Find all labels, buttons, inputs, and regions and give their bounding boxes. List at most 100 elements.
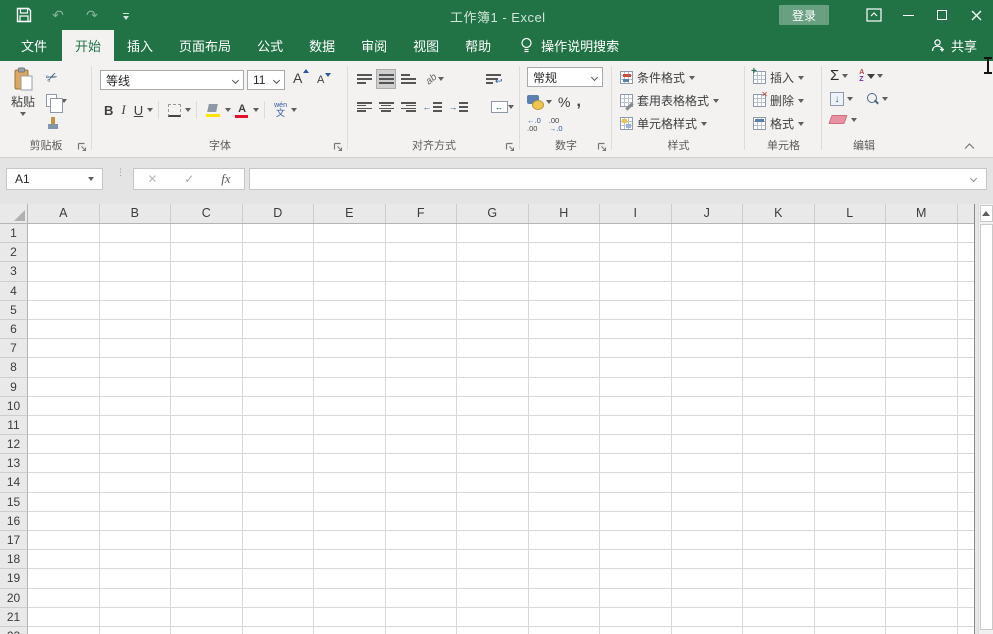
name-box[interactable]: A1 (6, 168, 103, 190)
cell-F7[interactable] (386, 339, 458, 357)
cell-I7[interactable] (600, 339, 672, 357)
tell-me-search[interactable]: 操作说明搜索 (520, 30, 619, 61)
cell-B18[interactable] (100, 550, 172, 568)
row-header-20[interactable]: 20 (0, 589, 28, 608)
cell-E10[interactable] (314, 397, 386, 415)
cell-D15[interactable] (243, 493, 315, 511)
cell-C17[interactable] (171, 531, 243, 549)
cell-J10[interactable] (672, 397, 744, 415)
cell-L19[interactable] (815, 569, 887, 587)
format-painter-button[interactable] (46, 115, 86, 132)
tab-文件[interactable]: 文件 (6, 30, 62, 61)
cell-M8[interactable] (886, 358, 958, 376)
name-box-resizer[interactable]: ⋮ (116, 170, 120, 188)
cell-M9[interactable] (886, 378, 958, 396)
cell-M7[interactable] (886, 339, 958, 357)
cell-partial-18[interactable] (958, 550, 976, 568)
cell-G1[interactable] (457, 224, 529, 242)
cell-K21[interactable] (743, 608, 815, 626)
decrease-indent-button[interactable]: ← (420, 97, 444, 117)
paste-button[interactable]: 粘贴 (6, 67, 40, 133)
cell-G7[interactable] (457, 339, 529, 357)
cell-F8[interactable] (386, 358, 458, 376)
cell-I10[interactable] (600, 397, 672, 415)
conditional-formatting-button[interactable]: 条件格式 (620, 69, 695, 86)
column-header-C[interactable]: C (171, 204, 243, 223)
tab-视图[interactable]: 视图 (400, 30, 452, 61)
align-top-button[interactable] (354, 69, 374, 89)
save-icon[interactable] (14, 5, 34, 25)
cell-F19[interactable] (386, 569, 458, 587)
cell-B15[interactable] (100, 493, 172, 511)
cell-G3[interactable] (457, 262, 529, 280)
collapse-ribbon-icon[interactable] (964, 142, 973, 151)
font-color-dropdown[interactable] (253, 108, 259, 112)
bold-button[interactable]: B (100, 100, 117, 120)
cell-L22[interactable] (815, 627, 887, 634)
cell-partial-6[interactable] (958, 320, 976, 338)
align-right-button[interactable] (398, 97, 418, 117)
cell-K2[interactable] (743, 243, 815, 261)
cell-B21[interactable] (100, 608, 172, 626)
autosum-button[interactable]: Σ (830, 69, 848, 83)
cell-I14[interactable] (600, 473, 672, 491)
cell-M3[interactable] (886, 262, 958, 280)
cell-D7[interactable] (243, 339, 315, 357)
cell-J5[interactable] (672, 301, 744, 319)
align-left-button[interactable] (354, 97, 374, 117)
cell-J19[interactable] (672, 569, 744, 587)
cell-styles-button[interactable]: 单元格样式 (620, 115, 707, 132)
cell-G5[interactable] (457, 301, 529, 319)
cell-H18[interactable] (529, 550, 601, 568)
cell-F21[interactable] (386, 608, 458, 626)
cell-G6[interactable] (457, 320, 529, 338)
cell-E2[interactable] (314, 243, 386, 261)
cell-partial-15[interactable] (958, 493, 976, 511)
cell-M20[interactable] (886, 589, 958, 607)
merge-center-button[interactable]: ↔ (486, 97, 518, 117)
cell-D9[interactable] (243, 378, 315, 396)
cell-E5[interactable] (314, 301, 386, 319)
insert-function-icon[interactable]: fx (221, 171, 230, 187)
close-button[interactable] (959, 0, 993, 30)
cell-A12[interactable] (28, 435, 100, 453)
cell-B16[interactable] (100, 512, 172, 530)
cell-E6[interactable] (314, 320, 386, 338)
row-header-9[interactable]: 9 (0, 378, 28, 397)
wrap-text-button[interactable]: ↩ (480, 69, 506, 89)
cell-K7[interactable] (743, 339, 815, 357)
row-header-19[interactable]: 19 (0, 569, 28, 588)
cell-K8[interactable] (743, 358, 815, 376)
cell-D8[interactable] (243, 358, 315, 376)
cell-J8[interactable] (672, 358, 744, 376)
cell-K11[interactable] (743, 416, 815, 434)
row-header-11[interactable]: 11 (0, 416, 28, 435)
cell-B9[interactable] (100, 378, 172, 396)
cell-M17[interactable] (886, 531, 958, 549)
cell-M6[interactable] (886, 320, 958, 338)
vertical-scrollbar[interactable] (978, 204, 993, 634)
row-header-3[interactable]: 3 (0, 262, 28, 281)
cell-G19[interactable] (457, 569, 529, 587)
cell-F2[interactable] (386, 243, 458, 261)
cell-L8[interactable] (815, 358, 887, 376)
cell-L5[interactable] (815, 301, 887, 319)
cell-H2[interactable] (529, 243, 601, 261)
cell-J14[interactable] (672, 473, 744, 491)
cell-E3[interactable] (314, 262, 386, 280)
delete-cells-button[interactable]: 删除 (753, 92, 804, 109)
row-header-2[interactable]: 2 (0, 243, 28, 262)
row-header-13[interactable]: 13 (0, 454, 28, 473)
cell-E15[interactable] (314, 493, 386, 511)
align-middle-button[interactable] (376, 69, 396, 89)
cell-A18[interactable] (28, 550, 100, 568)
increase-decimal-button[interactable]: ←.0.00 (527, 117, 541, 134)
cell-K14[interactable] (743, 473, 815, 491)
cell-M4[interactable] (886, 282, 958, 300)
cell-A4[interactable] (28, 282, 100, 300)
cell-D12[interactable] (243, 435, 315, 453)
cell-A16[interactable] (28, 512, 100, 530)
cell-L2[interactable] (815, 243, 887, 261)
cell-K10[interactable] (743, 397, 815, 415)
cell-I9[interactable] (600, 378, 672, 396)
